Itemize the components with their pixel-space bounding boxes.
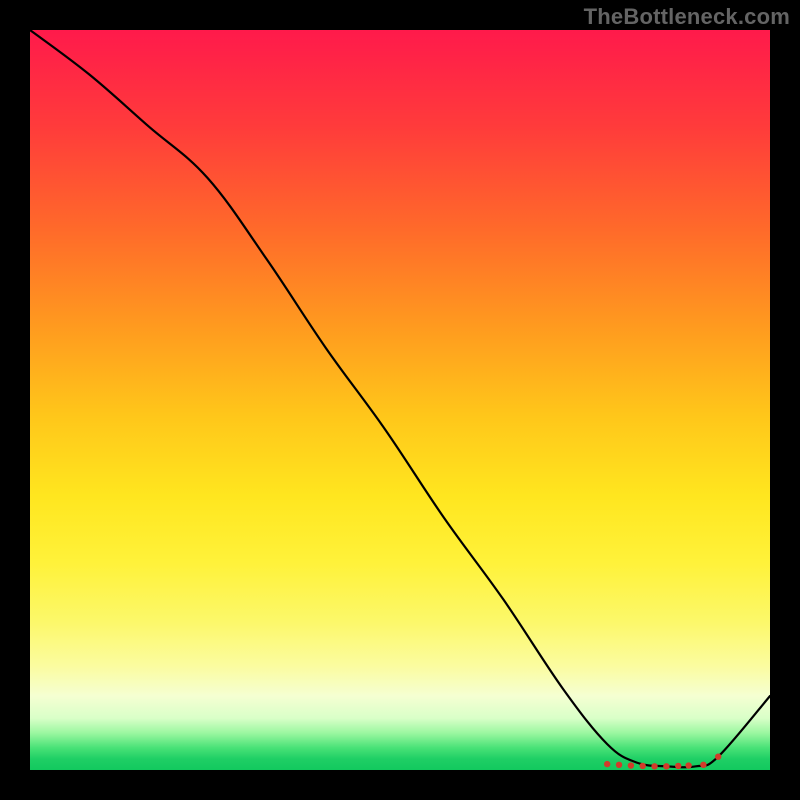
- chart-stage: TheBottleneck.com: [0, 0, 800, 800]
- data-marker: [616, 762, 622, 768]
- data-marker: [663, 763, 669, 769]
- data-marker: [675, 763, 681, 769]
- data-marker: [715, 753, 721, 759]
- chart-svg: [30, 30, 770, 770]
- data-marker: [651, 763, 657, 769]
- plot-area: [30, 30, 770, 770]
- data-marker: [640, 763, 646, 769]
- data-marker: [685, 762, 691, 768]
- data-marker: [700, 762, 706, 768]
- data-marker: [628, 762, 634, 768]
- watermark-text: TheBottleneck.com: [584, 4, 790, 30]
- data-marker: [604, 761, 610, 767]
- data-curve: [30, 30, 770, 767]
